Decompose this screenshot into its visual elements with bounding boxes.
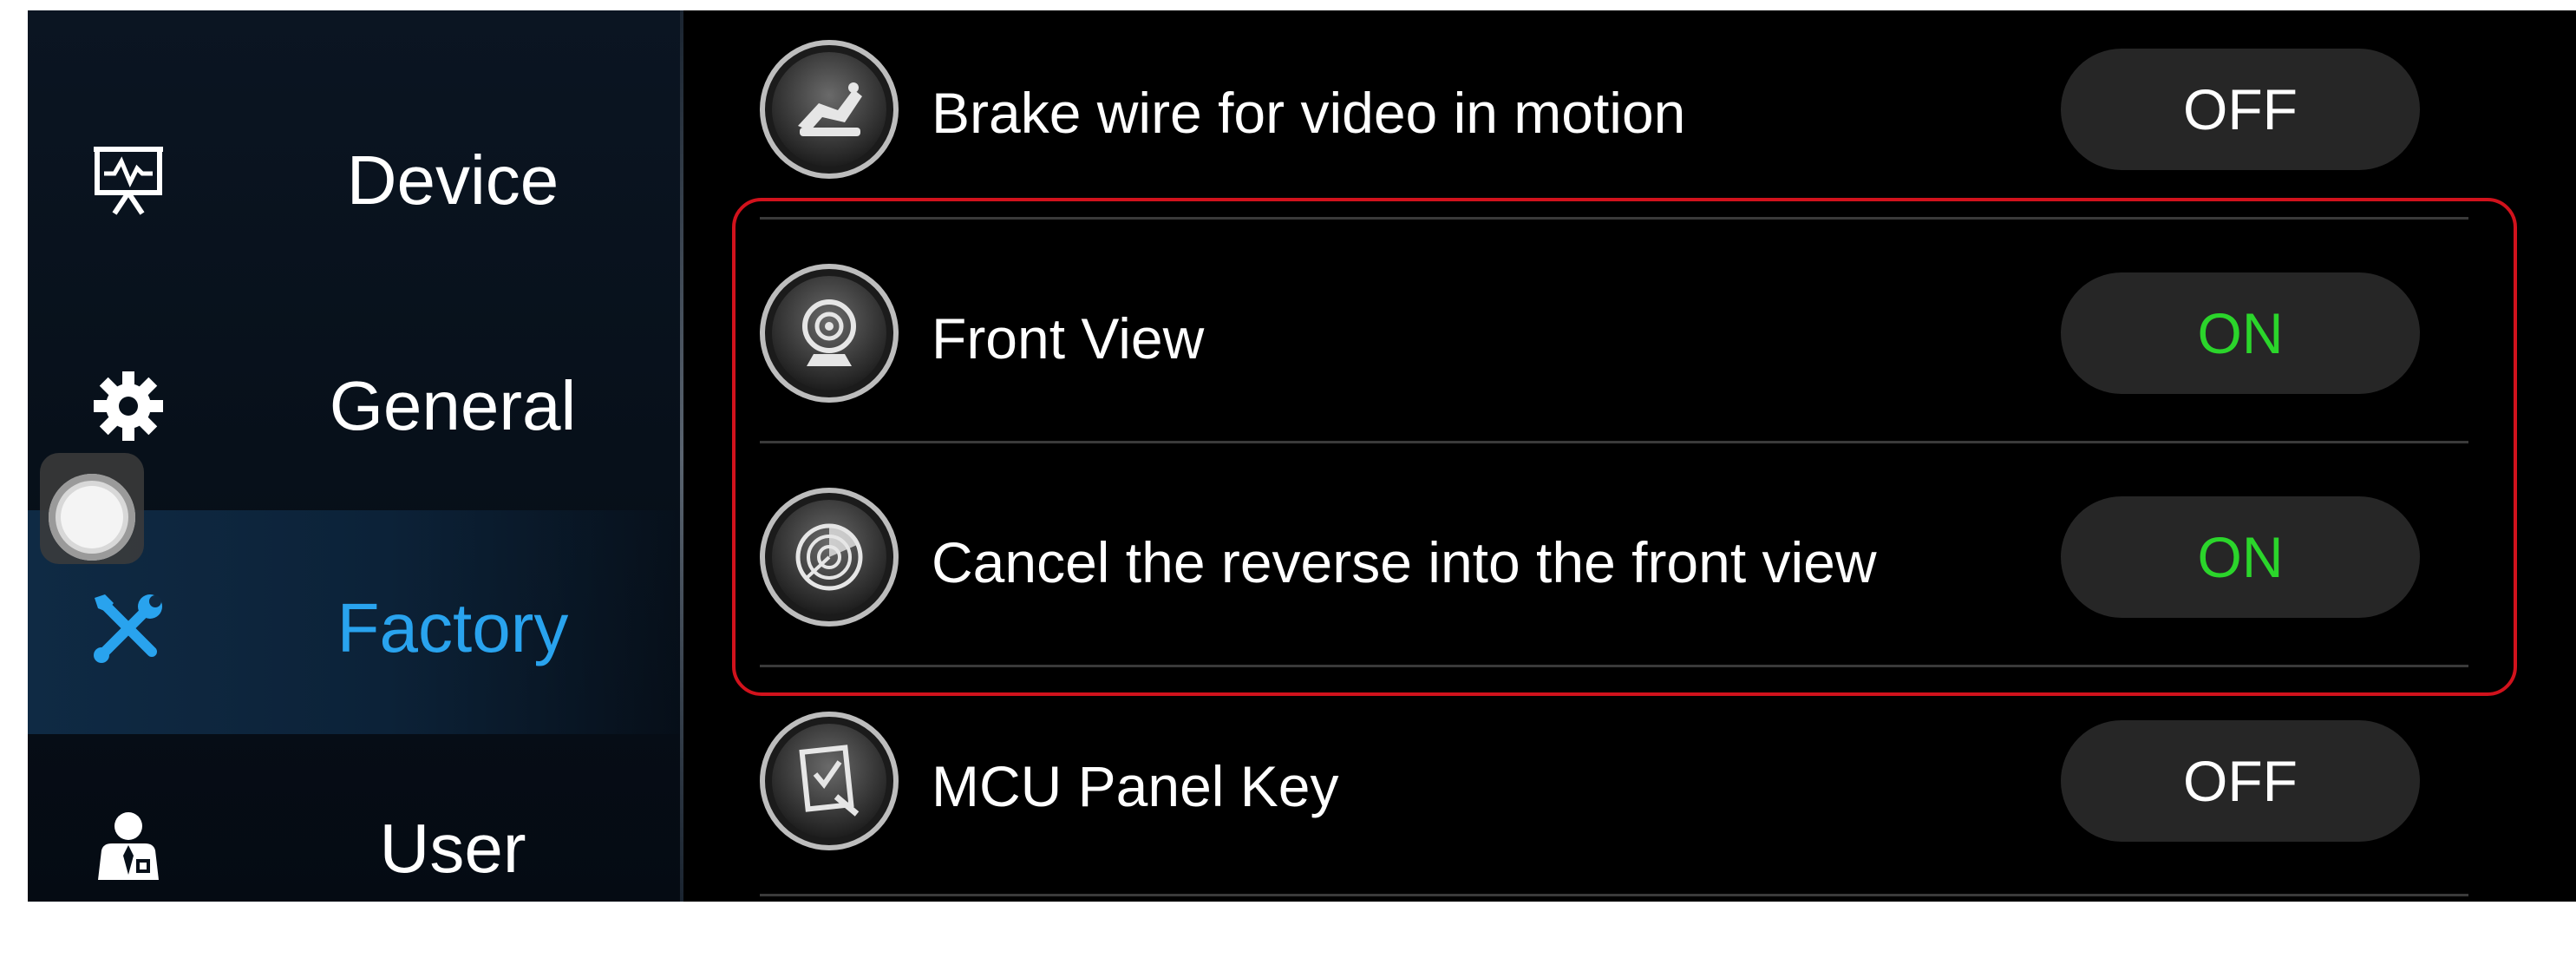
sidebar-item-label: User <box>379 810 526 887</box>
gear-icon <box>90 368 167 444</box>
sidebar-item-label: Device <box>346 141 559 219</box>
brake-icon <box>760 40 899 179</box>
assistive-circle-icon <box>49 474 135 561</box>
sidebar-item-user[interactable]: User <box>28 734 680 958</box>
floating-assistive-button[interactable] <box>40 453 144 564</box>
brake-wire-toggle[interactable]: OFF <box>2061 49 2420 170</box>
sidebar-item-device[interactable]: Device <box>28 71 680 295</box>
panel-key-icon <box>760 712 899 850</box>
setting-row-mcu-panel-key: MCU Panel Key OFF <box>760 682 2468 906</box>
sidebar-item-label: Factory <box>337 589 569 666</box>
row-divider <box>760 894 2468 896</box>
mcu-panel-key-toggle[interactable]: OFF <box>2061 720 2420 842</box>
tools-icon <box>90 590 167 666</box>
presentation-chart-icon <box>90 142 167 219</box>
setting-label: Brake wire for video in motion <box>932 81 1686 145</box>
user-icon <box>90 807 167 883</box>
highlight-annotation <box>732 198 2517 696</box>
car-settings-screen: Device General Factory User Brake wire f… <box>0 0 2576 902</box>
setting-label: MCU Panel Key <box>932 754 1339 818</box>
sidebar-item-label: General <box>329 367 577 444</box>
